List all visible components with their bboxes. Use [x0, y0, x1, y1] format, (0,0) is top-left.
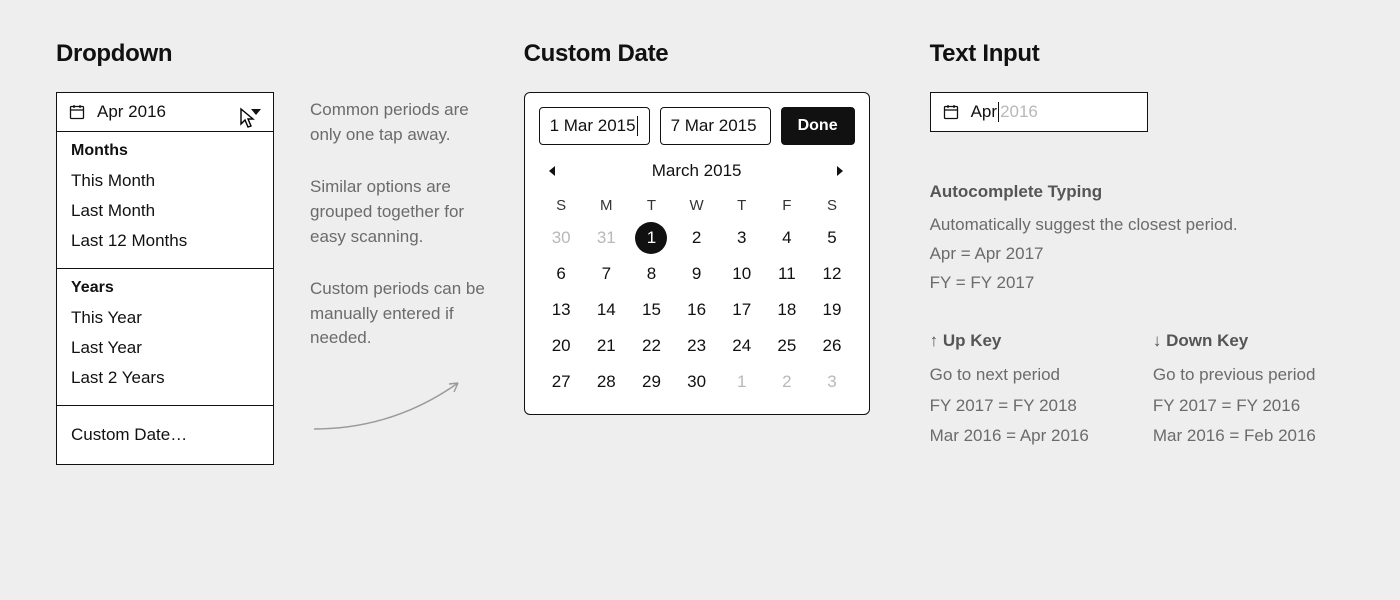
- calendar-day[interactable]: 12: [809, 256, 854, 292]
- calendar-day[interactable]: 5: [809, 220, 854, 256]
- calendar-day[interactable]: 23: [674, 328, 719, 364]
- down-key-info: ↓ Down Key Go to previous period FY 2017…: [1153, 326, 1316, 452]
- calendar-day[interactable]: 6: [539, 256, 584, 292]
- calendar-dow: F: [764, 191, 809, 220]
- mouse-cursor-icon: [239, 107, 255, 127]
- calendar-day[interactable]: 26: [809, 328, 854, 364]
- calendar-month-label: March 2015: [652, 161, 742, 181]
- note-custom-periods: Custom periods can be manually entered i…: [310, 277, 488, 351]
- calendar-dow: S: [539, 191, 584, 220]
- prev-month-button[interactable]: [547, 165, 559, 177]
- down-key-example: Mar 2016 = Feb 2016: [1153, 421, 1316, 452]
- dropdown-notes: Common periods are only one tap away. Si…: [310, 40, 488, 465]
- down-key-example: FY 2017 = FY 2016: [1153, 391, 1316, 422]
- calendar-day[interactable]: 3: [719, 220, 764, 256]
- calendar-day[interactable]: 17: [719, 292, 764, 328]
- calendar-day[interactable]: 3: [809, 364, 854, 400]
- calendar-dow: S: [809, 191, 854, 220]
- calendar-icon: [943, 104, 959, 120]
- period-text-input[interactable]: Apr2016: [930, 92, 1148, 132]
- calendar-day[interactable]: 13: [539, 292, 584, 328]
- calendar-day[interactable]: 15: [629, 292, 674, 328]
- calendar-day[interactable]: 30: [674, 364, 719, 400]
- autocomplete-heading: Autocomplete Typing: [930, 178, 1344, 207]
- calendar-day[interactable]: 29: [629, 364, 674, 400]
- calendar-day[interactable]: 20: [539, 328, 584, 364]
- calendar-dow: M: [584, 191, 629, 220]
- period-dropdown-trigger[interactable]: Apr 2016: [56, 92, 274, 132]
- calendar-day[interactable]: 4: [764, 220, 809, 256]
- menu-item-last-month[interactable]: Last Month: [71, 196, 259, 226]
- arrow-icon: [310, 373, 488, 441]
- autocomplete-suggestion: 2016: [1000, 102, 1038, 122]
- text-input-heading: Text Input: [930, 40, 1344, 68]
- menu-item-this-month[interactable]: This Month: [71, 166, 259, 196]
- menu-item-last-12-months[interactable]: Last 12 Months: [71, 226, 259, 256]
- calendar-day[interactable]: 14: [584, 292, 629, 328]
- down-key-heading: ↓ Down Key: [1153, 326, 1316, 357]
- up-key-info: ↑ Up Key Go to next period FY 2017 = FY …: [930, 326, 1089, 452]
- calendar-day[interactable]: 21: [584, 328, 629, 364]
- menu-item-custom-date[interactable]: Custom Date…: [71, 420, 259, 450]
- note-common-periods: Common periods are only one tap away.: [310, 98, 488, 147]
- date-range-picker: 1 Mar 2015 7 Mar 2015 Done March 2015 SM…: [524, 92, 870, 415]
- autocomplete-desc: Automatically suggest the closest period…: [930, 211, 1344, 240]
- period-dropdown-menu: Months This Month Last Month Last 12 Mon…: [56, 132, 274, 465]
- next-month-button[interactable]: [835, 165, 847, 177]
- text-caret: [998, 102, 999, 122]
- autocomplete-example: Apr = Apr 2017: [930, 240, 1344, 269]
- note-grouped-options: Similar options are grouped together for…: [310, 175, 488, 249]
- calendar-day[interactable]: 18: [764, 292, 809, 328]
- up-key-desc: Go to next period: [930, 360, 1089, 391]
- calendar-day[interactable]: 7: [584, 256, 629, 292]
- calendar-day[interactable]: 1: [719, 364, 764, 400]
- up-key-heading: ↑ Up Key: [930, 326, 1089, 357]
- menu-header: Years: [71, 279, 259, 297]
- menu-group-years: Years This Year Last Year Last 2 Years: [57, 268, 273, 405]
- up-key-example: FY 2017 = FY 2018: [930, 391, 1089, 422]
- custom-date-heading: Custom Date: [524, 40, 870, 68]
- calendar-dow: T: [629, 191, 674, 220]
- calendar-day[interactable]: 24: [719, 328, 764, 364]
- menu-group-months: Months This Month Last Month Last 12 Mon…: [57, 132, 273, 268]
- calendar-day[interactable]: 1: [629, 220, 674, 256]
- calendar-day[interactable]: 10: [719, 256, 764, 292]
- up-key-example: Mar 2016 = Apr 2016: [930, 421, 1089, 452]
- calendar-day[interactable]: 19: [809, 292, 854, 328]
- calendar-day[interactable]: 9: [674, 256, 719, 292]
- calendar-day[interactable]: 27: [539, 364, 584, 400]
- calendar-grid: SMTWTFS303112345678910111213141516171819…: [539, 191, 855, 400]
- calendar-icon: [69, 104, 85, 120]
- calendar-day[interactable]: 16: [674, 292, 719, 328]
- menu-item-last-2-years[interactable]: Last 2 Years: [71, 363, 259, 393]
- calendar-day[interactable]: 28: [584, 364, 629, 400]
- calendar-day[interactable]: 30: [539, 220, 584, 256]
- menu-item-last-year[interactable]: Last Year: [71, 333, 259, 363]
- menu-group-custom: Custom Date…: [57, 405, 273, 464]
- calendar-dow: W: [674, 191, 719, 220]
- dropdown-heading: Dropdown: [56, 40, 274, 68]
- done-button[interactable]: Done: [781, 107, 855, 145]
- autocomplete-example: FY = FY 2017: [930, 269, 1344, 298]
- calendar-dow: T: [719, 191, 764, 220]
- calendar-day[interactable]: 2: [674, 220, 719, 256]
- calendar-day[interactable]: 22: [629, 328, 674, 364]
- date-from-input[interactable]: 1 Mar 2015: [539, 107, 650, 145]
- down-key-desc: Go to previous period: [1153, 360, 1316, 391]
- calendar-day[interactable]: 11: [764, 256, 809, 292]
- calendar-day[interactable]: 8: [629, 256, 674, 292]
- calendar-day[interactable]: 25: [764, 328, 809, 364]
- typed-text: Apr: [971, 102, 997, 122]
- calendar-day[interactable]: 31: [584, 220, 629, 256]
- period-dropdown-value: Apr 2016: [97, 102, 166, 122]
- menu-item-this-year[interactable]: This Year: [71, 303, 259, 333]
- date-to-input[interactable]: 7 Mar 2015: [660, 107, 771, 145]
- menu-header: Months: [71, 142, 259, 160]
- calendar-day[interactable]: 2: [764, 364, 809, 400]
